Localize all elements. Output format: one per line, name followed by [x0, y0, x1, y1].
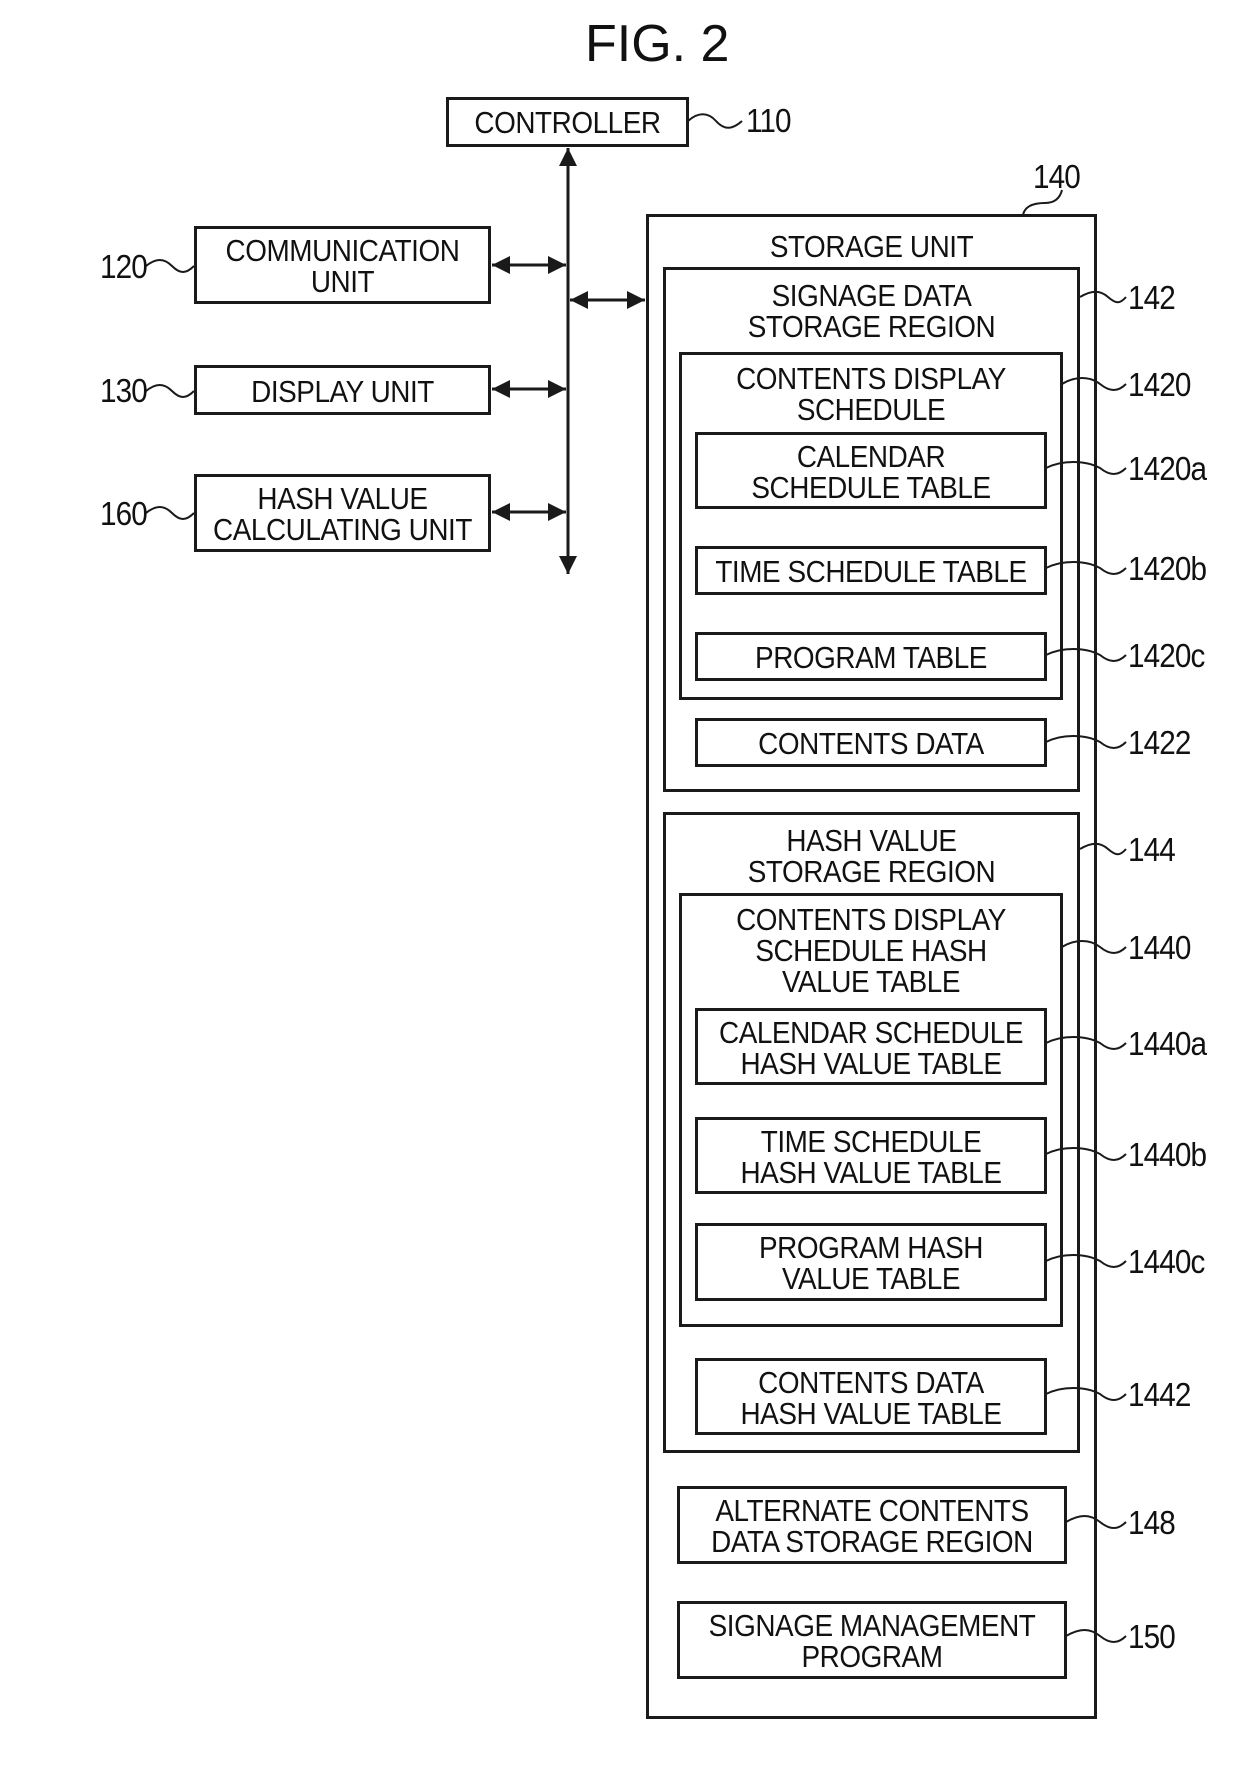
hash-value-storage-region-label: HASH VALUE STORAGE REGION — [747, 823, 996, 889]
signage-data-storage-region-label: SIGNAGE DATA STORAGE REGION — [747, 278, 996, 344]
ref-1442: 1442 — [1128, 1376, 1191, 1413]
program-hash-value-table-label: PROGRAM HASH VALUE TABLE — [758, 1230, 984, 1296]
time-schedule-hash-value-table-label: TIME SCHEDULE HASH VALUE TABLE — [740, 1124, 1002, 1190]
storage-unit-label: STORAGE UNIT — [769, 229, 974, 264]
leader-110 — [687, 113, 743, 129]
ref-150: 150 — [1128, 1618, 1176, 1655]
ref-1420: 1420 — [1128, 366, 1191, 403]
ref-160: 160 — [100, 495, 148, 532]
time-schedule-table-label: TIME SCHEDULE TABLE — [715, 554, 1027, 589]
leader-160 — [145, 506, 195, 520]
alternate-contents-data-storage-region-label: ALTERNATE CONTENTS DATA STORAGE REGION — [711, 1493, 1033, 1559]
alternate-contents-data-storage-region-box: ALTERNATE CONTENTS DATA STORAGE REGION — [677, 1486, 1067, 1564]
display-unit-box: DISPLAY UNIT — [194, 365, 491, 415]
contents-data-hash-value-table-label: CONTENTS DATA HASH VALUE TABLE — [740, 1365, 1002, 1431]
ref-1440c: 1440c — [1128, 1243, 1205, 1280]
contents-display-schedule-label: CONTENTS DISPLAY SCHEDULE — [736, 361, 1006, 427]
ref-110: 110 — [746, 102, 792, 139]
communication-unit-label: COMMUNICATION UNIT — [225, 233, 460, 299]
display-unit-label: DISPLAY UNIT — [251, 374, 434, 409]
calendar-schedule-table-box: CALENDAR SCHEDULE TABLE — [695, 432, 1047, 509]
program-hash-value-table-box: PROGRAM HASH VALUE TABLE — [695, 1223, 1047, 1301]
ref-120: 120 — [100, 248, 148, 285]
program-table-label: PROGRAM TABLE — [755, 640, 987, 675]
ref-140: 140 — [1033, 158, 1081, 195]
ref-1440b: 1440b — [1128, 1136, 1207, 1173]
leader-130 — [145, 384, 195, 398]
ref-1440a: 1440a — [1128, 1025, 1207, 1062]
calendar-schedule-hash-value-table-label: CALENDAR SCHEDULE HASH VALUE TABLE — [718, 1015, 1023, 1081]
signage-management-program-box: SIGNAGE MANAGEMENT PROGRAM — [677, 1601, 1067, 1679]
ref-144: 144 — [1128, 831, 1176, 868]
ref-142: 142 — [1128, 279, 1176, 316]
controller-label: CONTROLLER — [474, 105, 661, 140]
ref-1420a: 1420a — [1128, 450, 1207, 487]
ref-1420c: 1420c — [1128, 637, 1205, 674]
calendar-schedule-hash-value-table-box: CALENDAR SCHEDULE HASH VALUE TABLE — [695, 1008, 1047, 1085]
contents-display-schedule-hash-value-table-label: CONTENTS DISPLAY SCHEDULE HASH VALUE TAB… — [736, 902, 1006, 999]
ref-1440: 1440 — [1128, 929, 1191, 966]
ref-1422: 1422 — [1128, 724, 1191, 761]
controller-box: CONTROLLER — [446, 97, 689, 147]
hash-calculating-unit-box: HASH VALUE CALCULATING UNIT — [194, 474, 491, 552]
time-schedule-hash-value-table-box: TIME SCHEDULE HASH VALUE TABLE — [695, 1117, 1047, 1194]
contents-data-box: CONTENTS DATA — [695, 718, 1047, 767]
calendar-schedule-table-label: CALENDAR SCHEDULE TABLE — [751, 439, 991, 505]
ref-1420b: 1420b — [1128, 550, 1207, 587]
program-table-box: PROGRAM TABLE — [695, 632, 1047, 681]
ref-130: 130 — [100, 372, 148, 409]
hash-calculating-unit-label: HASH VALUE CALCULATING UNIT — [213, 481, 472, 547]
ref-148: 148 — [1128, 1504, 1176, 1541]
contents-data-hash-value-table-box: CONTENTS DATA HASH VALUE TABLE — [695, 1358, 1047, 1435]
communication-unit-box: COMMUNICATION UNIT — [194, 226, 491, 304]
time-schedule-table-box: TIME SCHEDULE TABLE — [695, 546, 1047, 595]
leader-120 — [145, 259, 195, 273]
signage-management-program-label: SIGNAGE MANAGEMENT PROGRAM — [708, 1608, 1036, 1674]
contents-data-label: CONTENTS DATA — [758, 726, 984, 761]
